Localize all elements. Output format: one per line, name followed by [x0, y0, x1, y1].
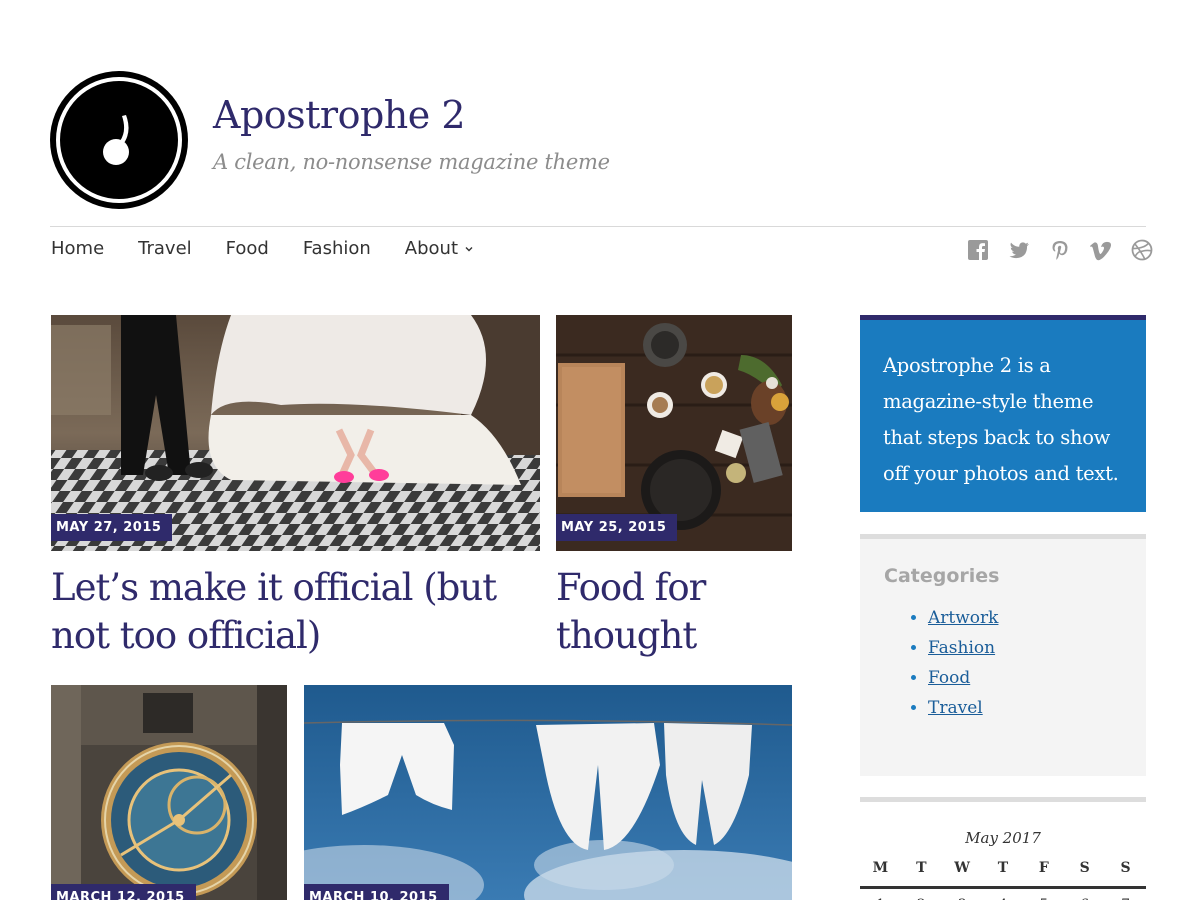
nav-item-food[interactable]: Food [226, 238, 269, 259]
post-title[interactable]: Food for thought [556, 564, 792, 660]
post-date-badge[interactable]: MARCH 12, 2015 [51, 884, 196, 900]
nav-label: About [404, 238, 459, 259]
category-link-food[interactable]: Food [928, 668, 970, 688]
calendar-caption: May 2017 [965, 829, 1041, 847]
weekday-label: F [1038, 860, 1049, 876]
calendar-widget: May 2017 M T W T F S S 1 2 3 4 5 6 7 [860, 797, 1146, 900]
intro-widget: Apostrophe 2 is a magazine-style theme t… [860, 315, 1146, 512]
nav-item-travel[interactable]: Travel [138, 238, 192, 259]
post-date-badge[interactable]: MARCH 10, 2015 [304, 884, 449, 900]
intro-text: Apostrophe 2 is a magazine-style theme t… [883, 354, 1119, 485]
calendar-header: M T W T F S S [860, 860, 1146, 889]
nav-label: Food [225, 238, 269, 259]
pinterest-icon[interactable] [1048, 238, 1071, 261]
site-description: A clean, no-nonsense magazine theme [213, 150, 610, 174]
list-item: Artwork [928, 603, 1122, 633]
nav-label: Travel [138, 238, 192, 259]
dribbble-icon[interactable] [1130, 238, 1153, 261]
categories-title: Categories [884, 565, 1000, 587]
nav-label: Fashion [302, 238, 371, 259]
nav-item-fashion[interactable]: Fashion [303, 238, 371, 259]
facebook-icon[interactable] [966, 238, 989, 261]
weekday-label: T [997, 860, 1009, 876]
weekday-label: T [916, 860, 927, 876]
nav-item-home[interactable]: Home [51, 238, 104, 259]
astronomical-clock-photo [51, 685, 287, 900]
nav-item-about[interactable]: About [405, 238, 474, 259]
site-title[interactable]: Apostrophe 2 [213, 93, 466, 137]
nav-label: Home [51, 238, 105, 259]
categories-widget: Categories Artwork Fashion Food Travel [860, 534, 1146, 776]
post-image-laundry[interactable]: MARCH 10, 2015 [304, 685, 792, 900]
laundry-line-photo [304, 685, 792, 900]
category-link-travel[interactable]: Travel [928, 698, 983, 718]
site-logo[interactable] [50, 71, 188, 209]
post-image-food[interactable]: MAY 25, 2015 [556, 315, 792, 551]
post-date-badge[interactable]: MAY 27, 2015 [51, 514, 173, 541]
weekday-label: S [1120, 860, 1131, 876]
categories-list: Artwork Fashion Food Travel [884, 603, 1122, 723]
list-item: Travel [928, 693, 1122, 723]
primary-nav: Home Travel Food Fashion About [51, 238, 508, 259]
post-image-wedding[interactable]: MAY 27, 2015 [51, 315, 540, 551]
post-date-badge[interactable]: MAY 25, 2015 [556, 514, 678, 541]
twitter-icon[interactable] [1007, 238, 1030, 261]
weekday-label: S [1079, 860, 1090, 876]
vimeo-icon[interactable] [1089, 238, 1112, 261]
post-image-clock[interactable]: MARCH 12, 2015 [51, 685, 287, 900]
social-links [966, 238, 1171, 261]
category-link-artwork[interactable]: Artwork [928, 608, 998, 628]
post-title[interactable]: Let’s make it official (but not too offi… [51, 564, 521, 660]
category-link-fashion[interactable]: Fashion [928, 638, 995, 658]
list-item: Fashion [928, 633, 1122, 663]
chevron-down-icon [465, 246, 473, 251]
weekday-label: M [872, 860, 889, 876]
list-item: Food [928, 663, 1122, 693]
header-divider [50, 226, 1146, 227]
apostrophe-icon [103, 115, 129, 165]
weekday-label: W [954, 860, 971, 876]
